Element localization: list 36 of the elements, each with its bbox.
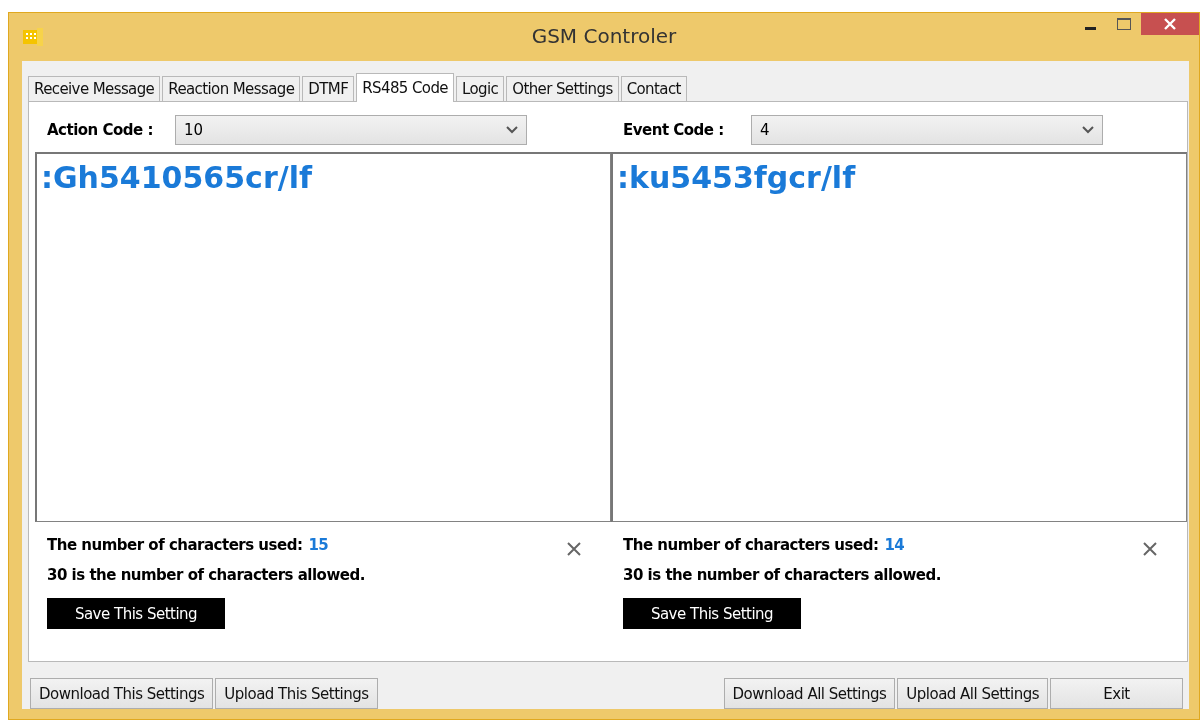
count-value: 15 (308, 536, 329, 554)
tab[interactable]: Other Settings (506, 76, 619, 101)
close-icon (1163, 17, 1177, 31)
code-text-area[interactable]: :ku5453fgcr/lf (611, 152, 1187, 522)
tab[interactable]: Reaction Message (162, 76, 301, 101)
count-label: The number of characters used: (623, 536, 879, 554)
settings-button[interactable]: Upload All Settings (897, 678, 1048, 709)
tab[interactable]: RS485 Code (356, 73, 454, 102)
save-button[interactable]: Save This Setting (47, 598, 225, 629)
tab[interactable]: Contact (620, 76, 687, 101)
field-label: Action Code : (46, 121, 154, 139)
dropdown[interactable]: 10 (175, 115, 527, 145)
settings-button[interactable]: Download This Settings (30, 678, 214, 709)
field-label: Event Code : (622, 121, 725, 139)
close-button[interactable] (1141, 13, 1199, 35)
limit-text: 30 is the number of characters allowed. (47, 566, 365, 584)
calculator-icon (23, 28, 43, 46)
clear-icon[interactable] (567, 542, 581, 556)
code-text-area[interactable]: :Gh5410565cr/lf (35, 152, 611, 522)
tab[interactable]: Receive Message (28, 76, 161, 101)
settings-button[interactable]: Download All Settings (723, 678, 896, 709)
settings-button[interactable]: Upload This Settings (215, 678, 378, 709)
save-button[interactable]: Save This Setting (623, 598, 801, 629)
exit-button[interactable]: Exit (1050, 678, 1183, 709)
tab[interactable]: Logic (455, 76, 505, 101)
window-title: GSM Controler (531, 24, 677, 48)
maximize-icon (1117, 18, 1131, 30)
minimize-icon (1084, 27, 1096, 30)
limit-text: 30 is the number of characters allowed. (623, 566, 941, 584)
count-value: 14 (884, 536, 905, 554)
count-label: The number of characters used: (47, 536, 303, 554)
chevron-down-icon (1082, 126, 1094, 134)
clear-icon[interactable] (1143, 542, 1157, 556)
dropdown[interactable]: 4 (751, 115, 1103, 145)
tab[interactable]: DTMF (302, 76, 355, 101)
chevron-down-icon (506, 126, 518, 134)
